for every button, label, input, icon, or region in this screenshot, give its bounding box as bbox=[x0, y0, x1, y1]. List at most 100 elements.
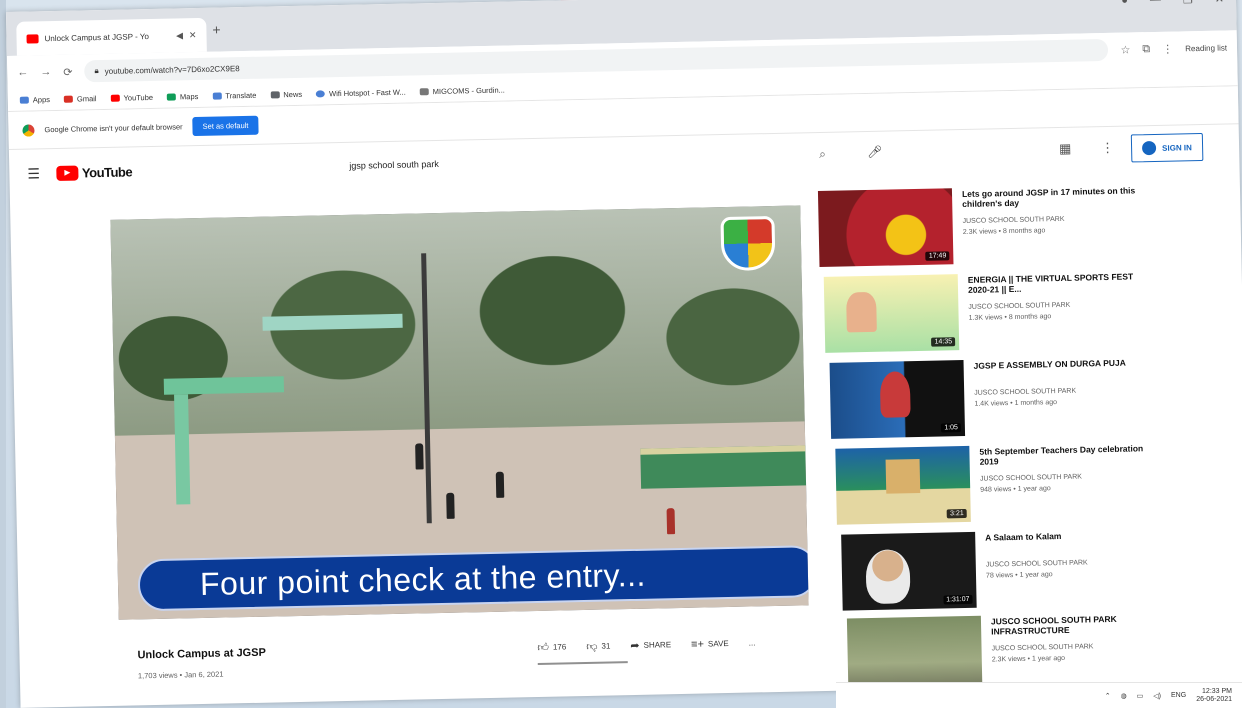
recommendation-stats: 948 views • 1 year ago bbox=[980, 485, 1051, 494]
forward-icon[interactable]: → bbox=[40, 66, 51, 78]
recommendation-channel[interactable]: JUSCO SCHOOL SOUTH PARK bbox=[968, 302, 1070, 311]
bookmark-item[interactable]: Wifi Hotspot - Fast W... bbox=[316, 88, 406, 99]
recommendation-channel[interactable]: JUSCO SCHOOL SOUTH PARK bbox=[991, 643, 1093, 652]
recommendations-list: 17:49 Lets go around JGSP in 17 minutes … bbox=[817, 184, 1158, 695]
recommendation-title[interactable]: A Salaam to Kalam bbox=[985, 530, 1165, 544]
recommendation-item[interactable]: 17:49 Lets go around JGSP in 17 minutes … bbox=[817, 184, 1160, 269]
gmail-icon bbox=[63, 95, 74, 103]
video-thumbnail[interactable]: 1:05 bbox=[829, 360, 966, 439]
language-indicator[interactable]: ENG bbox=[1171, 692, 1186, 699]
share-button[interactable]: ➦ SHARE bbox=[630, 638, 671, 652]
video-thumbnail[interactable]: 3:21 bbox=[835, 445, 971, 525]
volume-icon[interactable]: ◁) bbox=[1153, 692, 1161, 700]
clock-time: 12:33 PM bbox=[1202, 687, 1232, 695]
tray-clock[interactable]: 12:33 PM 26-06-2021 bbox=[1196, 688, 1232, 703]
youtube-logo[interactable]: YouTube bbox=[55, 164, 132, 181]
video-frame-person bbox=[446, 492, 455, 519]
recommendation-title[interactable]: JGSP E ASSEMBLY ON DURGA PUJA bbox=[974, 358, 1154, 372]
video-frame-gate bbox=[262, 313, 403, 331]
share-arrow-icon: ➦ bbox=[630, 639, 640, 653]
bookmark-star-icon[interactable]: ☆ bbox=[1120, 43, 1130, 56]
recommendation-channel[interactable]: JUSCO SCHOOL SOUTH PARK bbox=[980, 474, 1082, 483]
recommendation-channel[interactable]: JUSCO SCHOOL SOUTH PARK bbox=[963, 216, 1065, 225]
chrome-icon bbox=[22, 123, 35, 137]
video-thumbnail[interactable]: 14:35 bbox=[823, 274, 960, 353]
reading-list-button[interactable]: Reading list bbox=[1185, 43, 1227, 53]
video-thumbnail[interactable]: 17:49 bbox=[817, 188, 954, 268]
like-ratio-bar bbox=[537, 661, 628, 666]
recommendation-stats: 2.3K views • 8 months ago bbox=[962, 227, 1046, 237]
recommendation-title[interactable]: JUSCO SCHOOL SOUTH PARK INFRASTRUCTURE bbox=[991, 614, 1171, 637]
youtube-icon bbox=[110, 94, 120, 102]
close-window-icon[interactable]: ✕ bbox=[1215, 0, 1224, 6]
bookmark-item[interactable]: MIGCOMS - Gurdin... bbox=[419, 86, 505, 97]
dislike-button[interactable]: 👎︎ 31 bbox=[586, 639, 610, 653]
duration-badge: 1:31:07 bbox=[943, 594, 973, 605]
back-icon[interactable]: ← bbox=[17, 67, 28, 79]
sign-in-button[interactable]: SIGN IN bbox=[1130, 132, 1204, 163]
video-frame-hedge bbox=[640, 445, 807, 489]
video-title: Unlock Campus at JGSP bbox=[137, 646, 266, 662]
bookmark-item[interactable]: Gmail bbox=[63, 94, 97, 104]
recommendation-item[interactable]: 14:35 ENERGIA || THE VIRTUAL SPORTS FEST… bbox=[823, 270, 1166, 355]
window-controls: ● — ❐ ✕ bbox=[1121, 0, 1224, 8]
video-frame-person bbox=[495, 471, 505, 498]
video-frame-person bbox=[666, 508, 676, 535]
save-button[interactable]: ≡+ SAVE bbox=[690, 638, 729, 651]
account-icon bbox=[1141, 140, 1157, 156]
video-meta: 1,703 views • Jan 6, 2021 bbox=[137, 669, 224, 681]
minimize-icon[interactable]: — bbox=[1150, 0, 1161, 7]
recommendation-title[interactable]: ENERGIA || THE VIRTUAL SPORTS FEST 2020-… bbox=[968, 271, 1148, 295]
bookmark-item[interactable]: YouTube bbox=[110, 93, 153, 103]
recommendation-stats: 2.3K views • 1 year ago bbox=[991, 654, 1066, 664]
recommendation-item[interactable]: 3:21 5th September Teachers Day celebrat… bbox=[835, 442, 1177, 527]
thumbs-down-icon: 👎︎ bbox=[586, 640, 598, 653]
apps-grid-icon[interactable]: ▦ bbox=[1059, 141, 1072, 157]
network-icon[interactable]: ◍ bbox=[1121, 692, 1127, 700]
tray-chevron-icon[interactable]: ⌃ bbox=[1105, 692, 1111, 700]
bookmark-item[interactable]: News bbox=[270, 90, 302, 100]
extensions-icon[interactable]: ⧉ bbox=[1142, 43, 1150, 56]
video-frame-person bbox=[415, 443, 424, 470]
microphone-icon[interactable]: 🎤︎ bbox=[867, 145, 883, 159]
bookmark-item[interactable]: Translate bbox=[212, 91, 256, 101]
tab-title: Unlock Campus at JGSP - Yo bbox=[44, 31, 149, 43]
globe-icon bbox=[316, 90, 326, 98]
like-button[interactable]: 👍︎ 176 bbox=[537, 640, 566, 654]
video-player[interactable]: Four point check at the entry... bbox=[110, 205, 809, 620]
recommendation-channel[interactable]: JUSCO SCHOOL SOUTH PARK bbox=[974, 388, 1076, 397]
video-thumbnail[interactable]: 1:31:07 bbox=[841, 531, 977, 611]
duration-badge: 3:21 bbox=[946, 508, 967, 519]
duration-badge: 14:35 bbox=[931, 337, 956, 347]
address-text: youtube.com/watch?v=7D6xo2CX9E8 bbox=[104, 63, 240, 76]
hamburger-menu-icon[interactable]: ☰ bbox=[27, 165, 40, 182]
reload-icon[interactable]: ⟳ bbox=[63, 65, 72, 78]
settings-kebab-icon[interactable]: ⋮ bbox=[1101, 140, 1114, 156]
site-icon bbox=[419, 88, 429, 96]
bookmark-item[interactable]: Apps bbox=[19, 95, 50, 105]
browser-tab-active[interactable]: Unlock Campus at JGSP - Yo ◀ ✕ bbox=[16, 17, 207, 56]
menu-kebab-icon[interactable]: ⋮ bbox=[1162, 42, 1173, 55]
recommendation-item[interactable]: 1:05 JGSP E ASSEMBLY ON DURGA PUJA JUSCO… bbox=[829, 356, 1172, 441]
clock-date: 26-06-2021 bbox=[1196, 695, 1232, 703]
recommendation-channel[interactable]: JUSCO SCHOOL SOUTH PARK bbox=[986, 559, 1088, 568]
recommendation-title[interactable]: 5th September Teachers Day celebration 2… bbox=[979, 443, 1159, 467]
lock-icon: 🔒︎ bbox=[94, 66, 99, 76]
playlist-add-icon: ≡+ bbox=[690, 638, 705, 651]
search-input[interactable]: jgsp school south park bbox=[349, 159, 439, 171]
duration-badge: 17:49 bbox=[925, 251, 950, 261]
profile-dot-icon[interactable]: ● bbox=[1121, 0, 1128, 8]
recommendation-item[interactable]: 1:31:07 A Salaam to Kalam JUSCO SCHOOL S… bbox=[841, 528, 1183, 613]
recommendation-stats: 1.3K views • 8 months ago bbox=[968, 313, 1052, 322]
bookmark-item[interactable]: Maps bbox=[166, 92, 198, 102]
recommendation-stats: 78 views • 1 year ago bbox=[985, 571, 1053, 580]
battery-icon[interactable]: ▭ bbox=[1137, 692, 1144, 700]
speaker-icon[interactable]: ◀ bbox=[176, 30, 183, 41]
new-tab-button[interactable]: + bbox=[212, 22, 221, 38]
close-tab-icon[interactable]: ✕ bbox=[189, 30, 197, 41]
recommendation-title[interactable]: Lets go around JGSP in 17 minutes on thi… bbox=[962, 185, 1142, 209]
more-actions-button[interactable]: ... bbox=[749, 638, 756, 647]
set-default-button[interactable]: Set as default bbox=[192, 115, 259, 137]
maximize-icon[interactable]: ❐ bbox=[1183, 0, 1193, 6]
search-icon[interactable]: ⌕ bbox=[819, 147, 826, 162]
